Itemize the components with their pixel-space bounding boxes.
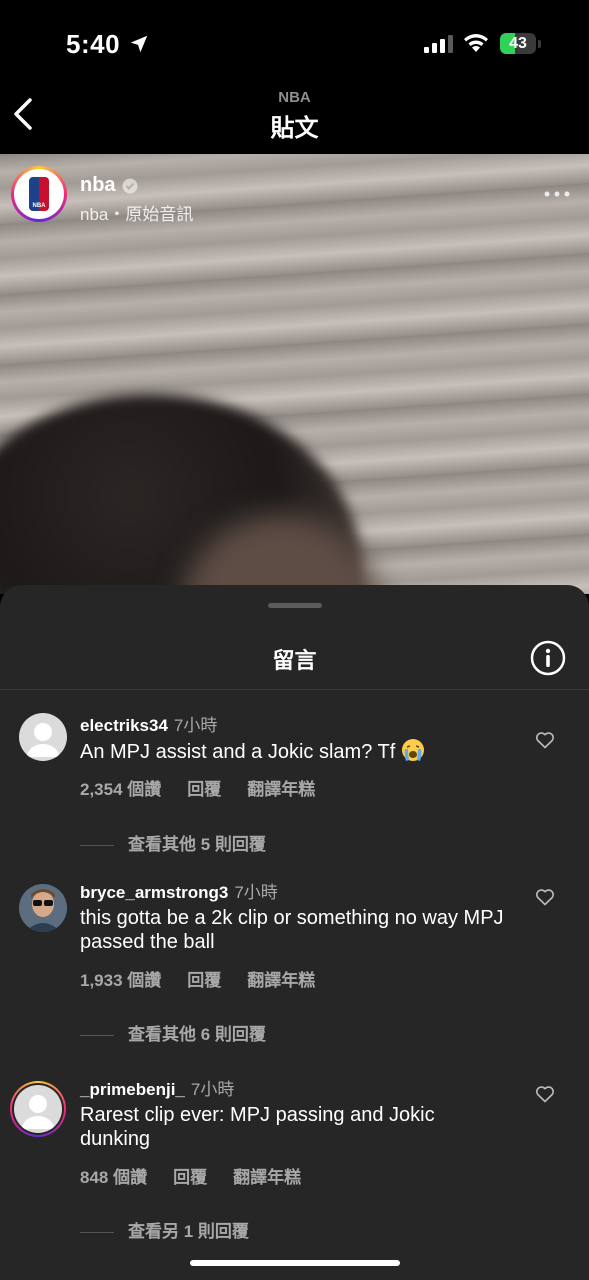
post-avatar[interactable]: NBA <box>11 166 67 222</box>
location-arrow-icon <box>130 35 148 53</box>
comment-username[interactable]: _primebenji_ 7小時 <box>80 1075 234 1100</box>
like-count[interactable]: 848 個讚 <box>80 1168 147 1187</box>
like-count[interactable]: 2,354 個讚 <box>80 780 161 799</box>
username-text[interactable]: electriks34 <box>80 716 168 735</box>
heart-icon[interactable] <box>535 888 555 906</box>
username-text[interactable]: bryce_armstrong3 <box>80 883 228 902</box>
translate-button[interactable]: 翻譯年糕 <box>233 1168 301 1187</box>
view-replies-label[interactable]: 查看其他 5 則回覆 <box>128 835 266 854</box>
comment-actions: 848 個讚 回覆 翻譯年糕 <box>80 1163 327 1188</box>
post-audio-label[interactable]: nba・原始音訊 <box>80 200 193 225</box>
comment-time: 7小時 <box>190 1080 235 1099</box>
username-text[interactable]: _primebenji_ <box>80 1080 185 1099</box>
wifi-icon <box>464 34 488 52</box>
nba-logo-icon: NBA <box>29 177 49 211</box>
nav-bar: NBA 貼文 <box>0 80 589 150</box>
home-indicator[interactable] <box>190 1260 400 1266</box>
view-replies-button[interactable]: 查看其他 6 則回覆 <box>80 1020 266 1045</box>
comment-text: Rarest clip ever: MPJ passing and Jokic … <box>80 1104 435 1150</box>
translate-button[interactable]: 翻譯年糕 <box>247 971 315 990</box>
default-avatar-icon <box>22 1095 54 1129</box>
view-replies-button[interactable]: 查看另 1 則回覆 <box>80 1217 249 1242</box>
avatar[interactable] <box>19 713 67 761</box>
comment-text: An MPJ assist and a Jokic slam? Tf <box>80 738 510 764</box>
comment-time: 7小時 <box>173 716 218 735</box>
battery-icon: 43 <box>500 33 542 55</box>
loudly-crying-face-icon <box>402 739 425 761</box>
sheet-grabber[interactable] <box>268 603 322 608</box>
view-replies-button[interactable]: 查看其他 5 則回覆 <box>80 830 266 855</box>
page-title: 貼文 <box>270 115 319 142</box>
avatar[interactable] <box>14 1085 62 1133</box>
post-username[interactable]: nba <box>80 174 116 197</box>
heart-icon[interactable] <box>535 1085 555 1103</box>
comment-username[interactable]: bryce_armstrong3 7小時 <box>80 878 278 903</box>
view-replies-label[interactable]: 查看另 1 則回覆 <box>128 1222 249 1241</box>
user-photo-avatar <box>19 884 67 932</box>
info-icon[interactable] <box>530 640 566 676</box>
comment-actions: 1,933 個讚 回覆 翻譯年糕 <box>80 966 341 991</box>
post-header: NBA nba nba・原始音訊 <box>0 154 589 244</box>
avatar[interactable] <box>19 884 67 932</box>
comment-username[interactable]: electriks34 7小時 <box>80 711 217 736</box>
comment-text: this gotta be a 2k clip or something no … <box>80 907 504 953</box>
status-time: 5:40 <box>66 29 121 59</box>
translate-button[interactable]: 翻譯年糕 <box>247 780 315 799</box>
ellipsis-icon[interactable] <box>544 190 570 198</box>
reply-button[interactable]: 回覆 <box>173 1168 207 1187</box>
reply-button[interactable]: 回覆 <box>187 780 221 799</box>
comment-time: 7小時 <box>234 883 278 902</box>
sheet-divider <box>0 689 589 690</box>
nav-subtitle: NBA <box>278 89 311 106</box>
view-replies-label[interactable]: 查看其他 6 則回覆 <box>128 1025 266 1044</box>
sheet-title: 留言 <box>272 648 317 673</box>
heart-icon[interactable] <box>535 731 555 749</box>
battery-level: 43 <box>509 35 527 52</box>
default-avatar-icon <box>27 723 59 757</box>
signal-icon <box>424 35 453 53</box>
verified-badge-icon <box>122 178 138 194</box>
comment-text-content: An MPJ assist and a Jokic slam? Tf <box>80 741 396 763</box>
video-player[interactable]: NBA nba nba・原始音訊 <box>0 154 589 594</box>
reply-button[interactable]: 回覆 <box>187 971 221 990</box>
nba-logo-text: NBA <box>32 203 46 209</box>
status-bar: 5:40 43 <box>0 0 589 80</box>
story-ring[interactable] <box>10 1081 66 1137</box>
comment-actions: 2,354 個讚 回覆 翻譯年糕 <box>80 775 341 800</box>
like-count[interactable]: 1,933 個讚 <box>80 971 161 990</box>
comments-sheet: 留言 electriks34 7小時 An MPJ assist and a Jo… <box>0 585 589 1280</box>
